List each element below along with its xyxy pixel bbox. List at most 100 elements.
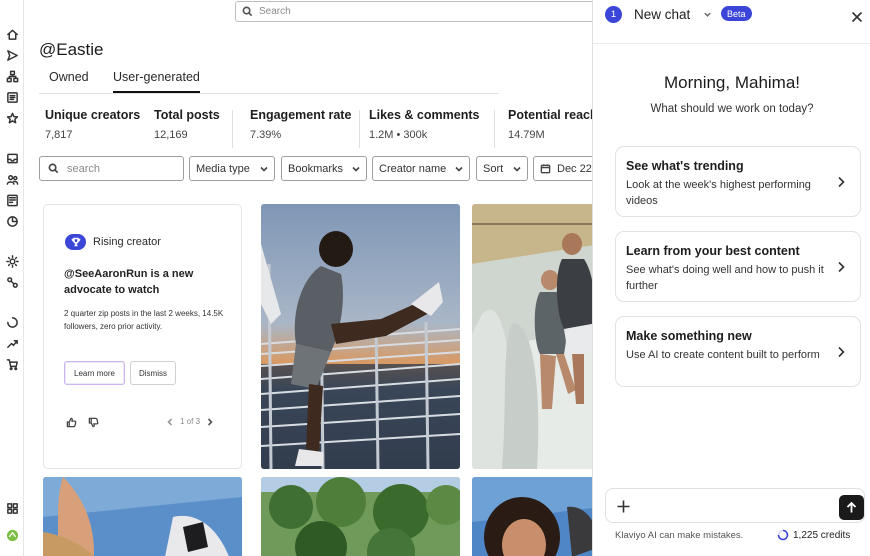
divider: [359, 110, 360, 148]
filter-bar: search Media type Bookmarks Creator name…: [39, 156, 592, 181]
suggestion-best-content[interactable]: Learn from your best content See what's …: [615, 231, 861, 302]
chevron-right-icon[interactable]: [206, 417, 214, 426]
rising-header: Rising creator: [65, 234, 161, 250]
chevron-down-icon[interactable]: [703, 10, 712, 19]
creator-search-placeholder: search: [67, 162, 101, 175]
apps-icon[interactable]: [5, 501, 19, 515]
global-search-placeholder: Search: [259, 6, 291, 17]
ai-chat-panel: 1 New chat Beta Morning, Mahima! What sh…: [592, 0, 870, 556]
page-title: @Eastie: [39, 40, 104, 59]
post-image-running-feet[interactable]: [43, 477, 242, 556]
send-icon[interactable]: [5, 48, 19, 62]
global-search[interactable]: Search: [235, 1, 592, 22]
card-pager: 1 of 3: [166, 417, 214, 426]
dismiss-button[interactable]: Dismiss: [130, 361, 176, 385]
star-icon[interactable]: [5, 111, 19, 125]
stat-value: 1.2M • 300k: [369, 129, 428, 141]
bookmarks-dropdown[interactable]: Bookmarks: [281, 156, 367, 181]
suggestion-title: See what's trending: [626, 159, 744, 173]
rising-creator-card: Rising creator @SeeAaronRun is a new adv…: [43, 204, 242, 469]
flow-icon[interactable]: [5, 69, 19, 83]
stat-unique-creators: Unique creators 7,817: [45, 108, 140, 141]
chat-composer[interactable]: [605, 488, 865, 523]
content-icon[interactable]: [5, 193, 19, 207]
close-icon[interactable]: [851, 11, 863, 23]
ai-disclaimer: Klaviyo AI can make mistakes.: [615, 530, 744, 541]
suggestion-description: See what's doing well and how to push it…: [626, 264, 824, 292]
stat-likes-comments: Likes & comments 1.2M • 300k: [369, 108, 479, 141]
list-icon[interactable]: [5, 90, 19, 104]
chat-count-badge: 1: [605, 6, 622, 23]
suggestion-title: Make something new: [626, 329, 752, 343]
inbox-icon[interactable]: [5, 151, 19, 165]
stat-label: Total posts: [154, 108, 220, 122]
dropdown-label: Sort: [483, 162, 504, 175]
post-image-forest[interactable]: [261, 477, 460, 556]
integrations-icon[interactable]: [5, 275, 19, 289]
post-image-runners-track[interactable]: [472, 204, 592, 469]
beta-badge: Beta: [721, 6, 752, 21]
learn-more-button[interactable]: Learn more: [64, 361, 125, 385]
analytics-icon[interactable]: [5, 214, 19, 228]
tab-user-generated[interactable]: User-generated: [113, 70, 200, 93]
thumbs-down-icon[interactable]: [88, 417, 99, 428]
search-icon: [242, 6, 253, 17]
chevron-left-icon[interactable]: [166, 417, 174, 426]
cart-icon[interactable]: [5, 357, 19, 371]
suggestion-description: Look at the week's highest performing vi…: [626, 179, 811, 207]
main-content: Search @Eastie Owned User-generated Uniq…: [24, 0, 592, 556]
rising-description: 2 quarter zip posts in the last 2 weeks,…: [64, 309, 224, 331]
date-range-picker[interactable]: Dec 22: [533, 156, 592, 181]
stat-label: Engagement rate: [250, 108, 352, 122]
suggestion-make-new[interactable]: Make something new Use AI to create cont…: [615, 316, 861, 387]
creator-name-dropdown[interactable]: Creator name: [372, 156, 470, 181]
chat-subgreeting: What should we work on today?: [650, 103, 814, 115]
trophy-icon: [65, 234, 86, 250]
account-avatar[interactable]: [5, 528, 19, 542]
stat-value: 14.79M: [508, 129, 545, 141]
ideas-icon[interactable]: [5, 254, 19, 268]
chat-greeting: Morning, Mahima!: [663, 73, 801, 92]
thumbs-up-icon[interactable]: [66, 417, 77, 428]
left-nav-rail: [0, 0, 24, 556]
creator-search-input[interactable]: search: [39, 156, 184, 181]
suggestion-title: Learn from your best content: [626, 244, 800, 258]
chevron-down-icon: [455, 166, 463, 172]
audience-icon[interactable]: [5, 172, 19, 186]
trend-icon[interactable]: [5, 336, 19, 350]
media-type-dropdown[interactable]: Media type: [189, 156, 275, 181]
stat-label: Potential reach: [508, 108, 592, 122]
chevron-down-icon: [513, 166, 521, 172]
chevron-down-icon: [352, 166, 360, 172]
divider: [494, 110, 495, 148]
chevron-down-icon: [260, 166, 268, 172]
suggestion-description: Use AI to create content built to perfor…: [626, 349, 820, 361]
send-button[interactable]: [839, 495, 864, 520]
stat-value: 12,169: [154, 129, 188, 141]
stat-engagement-rate: Engagement rate 7.39%: [250, 108, 351, 141]
chat-title[interactable]: New chat: [634, 7, 690, 22]
chevron-right-icon: [838, 346, 845, 358]
chevron-right-icon: [838, 261, 845, 273]
stat-label: Unique creators: [45, 108, 141, 122]
home-icon[interactable]: [5, 27, 19, 41]
arrow-up-icon: [846, 501, 857, 513]
post-image-runner-stretch[interactable]: [261, 204, 460, 469]
stat-value: 7.39%: [250, 129, 282, 141]
divider: [232, 110, 233, 148]
stat-value: 7,817: [45, 129, 73, 141]
loading-icon: [5, 315, 19, 329]
pager-label: 1 of 3: [180, 417, 201, 426]
sort-dropdown[interactable]: Sort: [476, 156, 528, 181]
stat-potential-reach: Potential reach 14.79M: [508, 108, 592, 141]
rising-title: @SeeAaronRun is a new advocate to watch: [64, 268, 194, 296]
dropdown-label: Media type: [196, 162, 250, 175]
date-label: Dec 22: [557, 162, 592, 175]
tab-owned[interactable]: Owned: [49, 70, 89, 91]
credits-indicator: 1,225 credits: [777, 529, 850, 541]
chat-header: 1 New chat Beta: [593, 0, 870, 44]
suggestion-trending[interactable]: See what's trending Look at the week's h…: [615, 146, 861, 217]
add-attachment-icon[interactable]: [616, 499, 631, 514]
post-image-smiling-woman[interactable]: [472, 477, 592, 556]
rising-label: Rising creator: [93, 236, 161, 248]
